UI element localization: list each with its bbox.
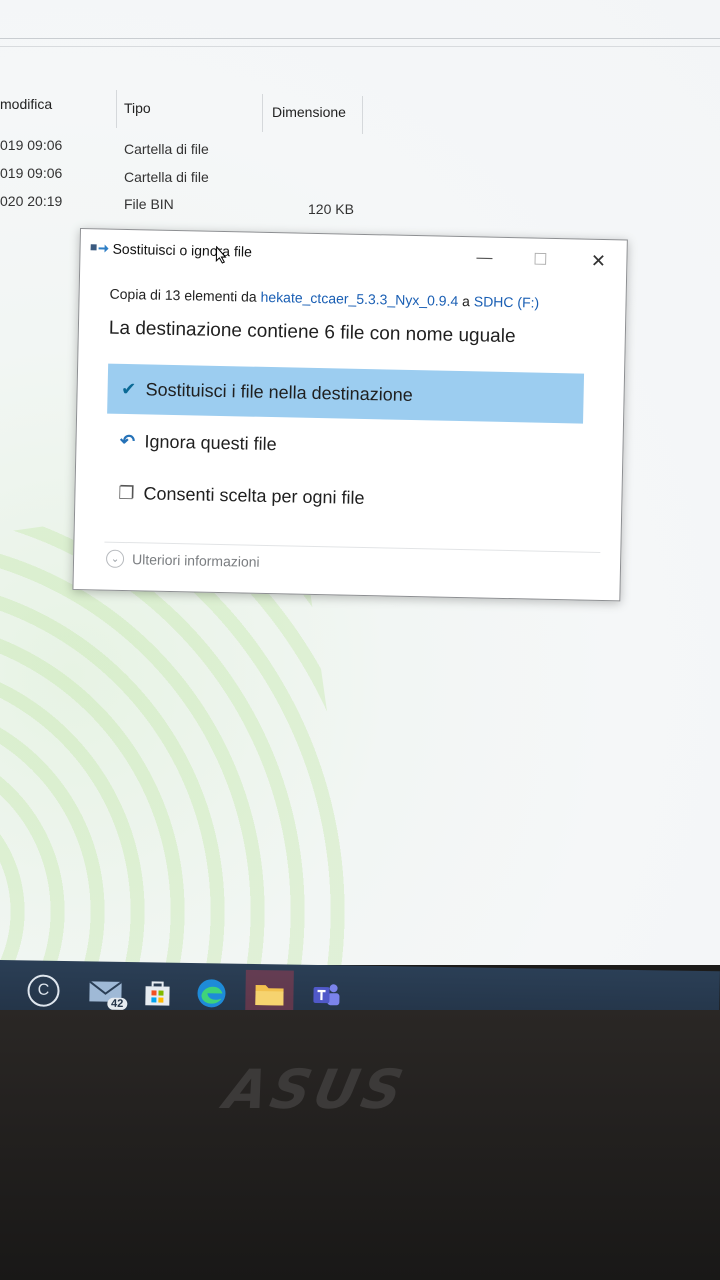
row-1-type[interactable]: Cartella di file bbox=[124, 141, 209, 157]
source-folder-link[interactable]: hekate_ctcaer_5.3.3_Nyx_0.9.4 bbox=[260, 289, 458, 309]
store-icon[interactable] bbox=[137, 972, 178, 1013]
option-skip-files[interactable]: ↶ Ignora questi file bbox=[106, 416, 583, 476]
option-skip-label: Ignora questi file bbox=[144, 430, 277, 454]
destination-drive-link[interactable]: SDHC (F:) bbox=[474, 293, 540, 310]
column-separator[interactable] bbox=[116, 90, 117, 128]
copy-summary-prefix: Copia di 13 elementi da bbox=[109, 285, 261, 305]
explorer-border-secondary bbox=[0, 46, 720, 47]
column-header-size[interactable]: Dimensione bbox=[272, 104, 346, 120]
edge-browser-icon bbox=[197, 979, 226, 1008]
copy-summary: Copia di 13 elementi da hekate_ctcaer_5.… bbox=[109, 286, 539, 311]
shopping-bag-icon bbox=[145, 981, 170, 1006]
column-separator[interactable] bbox=[262, 94, 263, 132]
explorer-border bbox=[0, 38, 720, 39]
more-info-toggle[interactable]: ⌄ Ulteriori informazioni bbox=[105, 549, 260, 571]
undo-icon: ↶ bbox=[119, 430, 136, 451]
checkmark-icon: ✔ bbox=[120, 378, 137, 399]
minimize-button[interactable]: — bbox=[466, 243, 503, 274]
dialog-title: Sostituisci o ignora file bbox=[112, 240, 253, 260]
column-header-modified[interactable]: modifica bbox=[0, 96, 52, 112]
column-header-type[interactable]: Tipo bbox=[124, 100, 151, 116]
option-replace-label: Sostituisci i file nella destinazione bbox=[145, 378, 413, 405]
row-3-date[interactable]: 020 20:19 bbox=[0, 193, 62, 209]
mail-unread-badge: 42 bbox=[106, 997, 128, 1011]
edge-icon[interactable] bbox=[191, 973, 232, 1014]
row-3-type[interactable]: File BIN bbox=[124, 196, 174, 212]
mail-icon[interactable]: 42 bbox=[85, 971, 128, 1012]
copy-summary-mid: a bbox=[458, 292, 475, 310]
maximize-button[interactable]: ☐ bbox=[522, 244, 559, 275]
more-info-label: Ulteriori informazioni bbox=[131, 551, 260, 570]
close-button[interactable]: ✕ bbox=[580, 245, 617, 276]
desktop-screen: modifica Tipo Dimensione 019 09:06 Carte… bbox=[0, 0, 720, 965]
column-separator[interactable] bbox=[362, 96, 363, 134]
option-choose-each-file[interactable]: ❐ Consenti scelta per ogni file bbox=[105, 468, 582, 528]
dialog-title-bar[interactable]: Sostituisci o ignora file — ☐ ✕ bbox=[80, 229, 627, 284]
asus-logo: ASUS bbox=[219, 1058, 413, 1121]
mouse-cursor-icon bbox=[215, 245, 227, 264]
replace-or-skip-dialog: Sostituisci o ignora file — ☐ ✕ Copia di… bbox=[72, 228, 628, 602]
row-2-type[interactable]: Cartella di file bbox=[124, 169, 209, 185]
row-1-date[interactable]: 019 09:06 bbox=[0, 137, 62, 153]
laptop-bezel bbox=[0, 1010, 720, 1280]
option-replace-files[interactable]: ✔ Sostituisci i file nella destinazione bbox=[107, 363, 585, 424]
folder-icon bbox=[255, 985, 284, 1006]
row-3-size[interactable]: 120 KB bbox=[308, 201, 354, 217]
row-2-date[interactable]: 019 09:06 bbox=[0, 165, 62, 181]
chevron-down-icon: ⌄ bbox=[105, 549, 125, 568]
teams-logo-icon bbox=[313, 984, 340, 1006]
option-choose-label: Consenti scelta per ogni file bbox=[143, 482, 365, 508]
copy-choose-icon: ❐ bbox=[118, 482, 135, 503]
file-copy-icon bbox=[90, 244, 109, 253]
cortana-icon[interactable]: C bbox=[27, 974, 60, 1007]
conflict-heading: La destinazione contiene 6 file con nome… bbox=[108, 317, 516, 348]
